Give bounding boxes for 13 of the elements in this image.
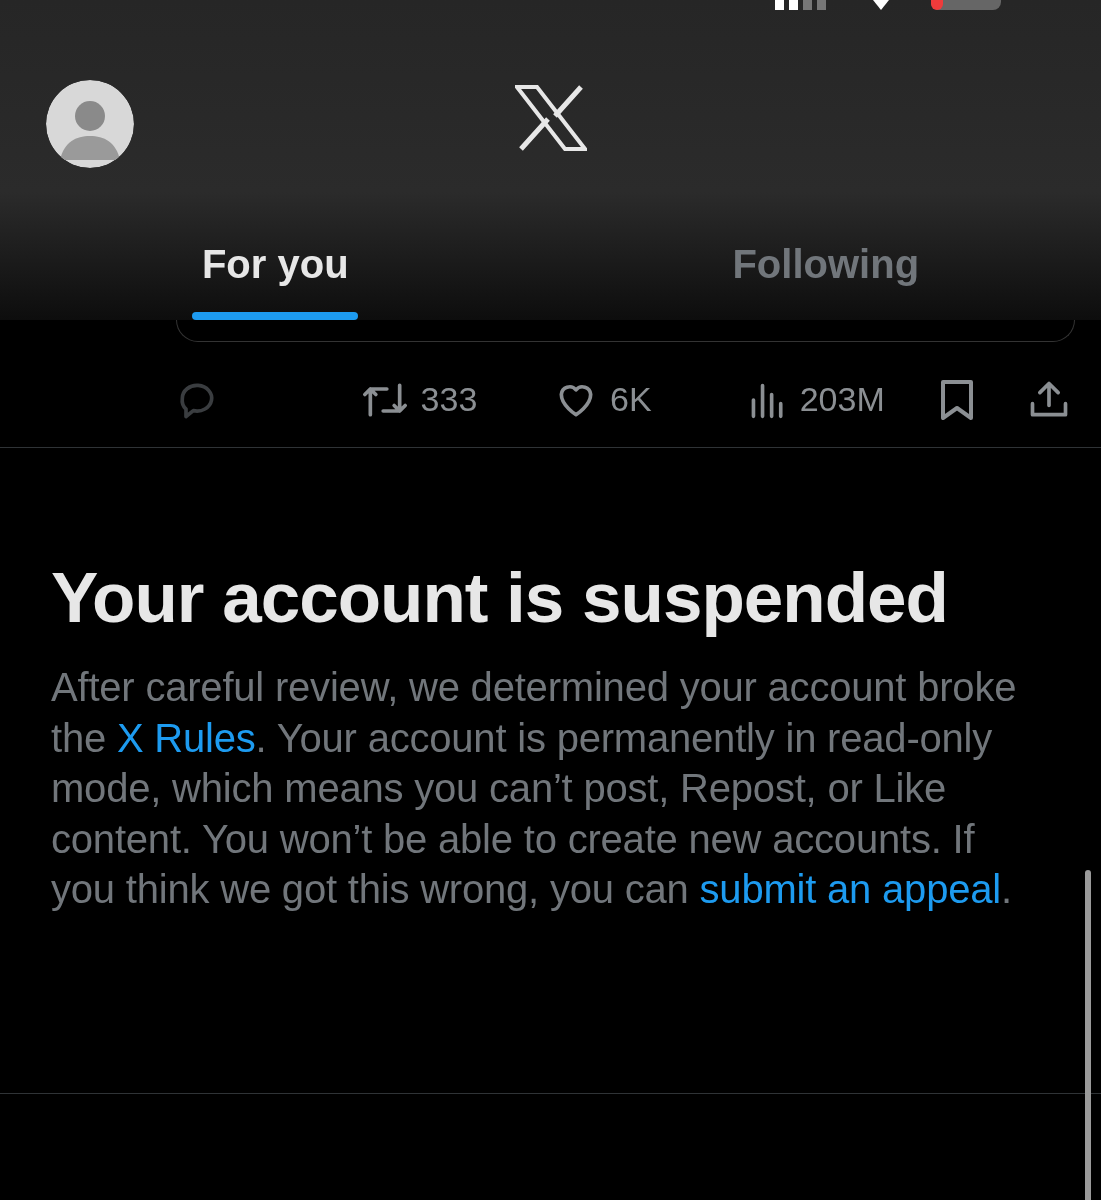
x-logo-icon [515,85,587,151]
wifi-icon [871,0,891,10]
link[interactable]: X Rules [116,715,256,760]
suspension-message: After careful review, we determined your account broke the X Rules. Your account is permanently in read-only mode, which means you can’t post, Repost, or Like content. You won’t be able to create new accounts. If you think we got this wrong, you can submit an appeal. [51,664,1018,913]
suspension-heading: Your account is suspended [51,560,949,636]
like-action[interactable]: 6K [554,374,748,425]
repost-action[interactable]: 333 [360,374,555,425]
feed-tab[interactable]: Following [550,234,1101,320]
avatar[interactable] [46,80,134,168]
views-action[interactable]: 203M [747,374,938,425]
battery-icon [931,0,1001,10]
link[interactable]: submit an appeal [699,867,1001,911]
feed-tab[interactable]: For you [0,234,551,320]
